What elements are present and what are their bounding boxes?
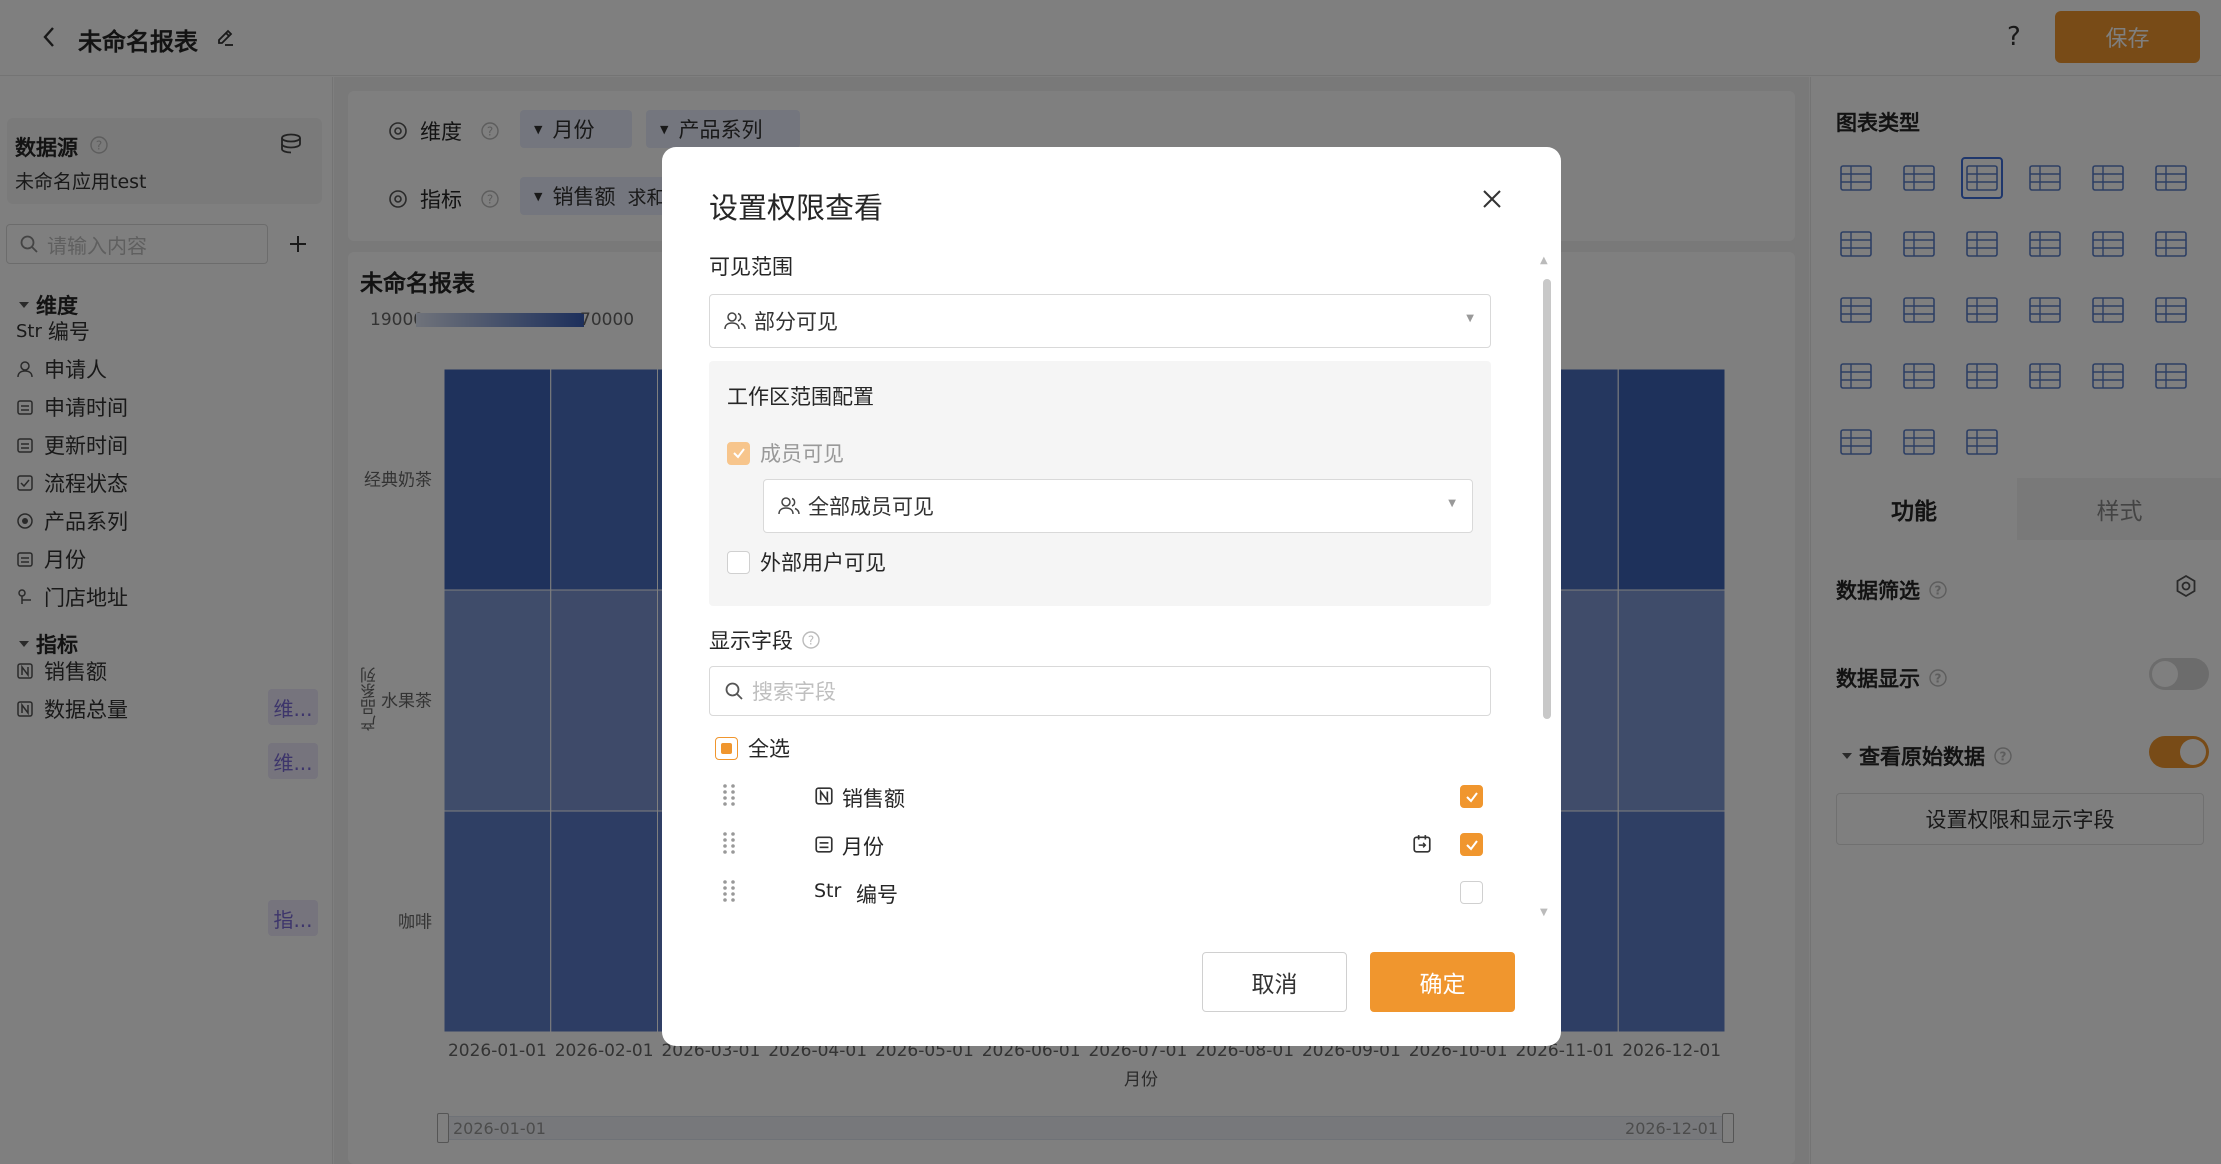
field-search-input[interactable]: 搜索字段 [709,666,1491,716]
drag-handle-icon[interactable] [722,783,736,807]
external-visible-label: 外部用户可见 [760,551,886,575]
scroll-down-icon[interactable]: ▼ [1540,907,1550,919]
scope-value: 部分可见 [754,310,838,334]
drag-handle-icon[interactable] [722,831,736,855]
modal-scrollbar[interactable] [1543,279,1551,719]
drag-handle-icon[interactable] [722,879,736,903]
string-icon: Str [814,880,842,902]
display-fields-row: 显示字段 ? [709,625,821,655]
search-icon [725,682,743,700]
search-placeholder: 搜索字段 [752,680,836,704]
field-label: 月份 [842,835,884,859]
field-label: 销售额 [842,787,905,811]
field-row-sales: 销售额 [722,775,1483,815]
member-visible-label: 成员可见 [760,442,844,466]
visible-scope-label: 可见范围 [709,255,793,279]
member-scope-select[interactable]: 全部成员可见 ▼ [763,479,1473,533]
users-icon [724,312,746,330]
field-checkbox[interactable] [1460,833,1483,856]
date-format-icon[interactable] [1412,834,1432,854]
svg-text:?: ? [808,634,814,648]
field-row-month: 月份 [722,823,1483,863]
dropdown-caret-icon: ▼ [1448,498,1456,509]
close-icon[interactable] [1480,187,1504,216]
dropdown-caret-icon: ▼ [1466,313,1474,324]
field-checkbox[interactable] [1460,881,1483,904]
field-row-id: Str 编号 [722,871,1483,911]
display-fields-label: 显示字段 [709,629,793,653]
permission-modal: 设置权限查看 可见范围 部分可见 ▼ 工作区范围配置 成员可见 全部成员可见 ▼… [662,147,1561,1046]
member-visible-checkbox[interactable]: 成员可见 [727,438,844,468]
select-all-label: 全选 [748,737,790,761]
question-icon: ? [802,631,820,649]
field-label: 编号 [856,883,898,907]
workspace-scope-panel: 工作区范围配置 成员可见 全部成员可见 ▼ 外部用户可见 [709,361,1491,606]
visible-scope-select[interactable]: 部分可见 ▼ [709,294,1491,348]
users-icon [778,497,800,515]
select-all-checkbox[interactable]: 全选 [715,733,790,763]
modal-title: 设置权限查看 [709,191,884,225]
cancel-button[interactable]: 取消 [1202,952,1347,1012]
workspace-title: 工作区范围配置 [727,385,874,409]
external-visible-checkbox[interactable]: 外部用户可见 [727,547,886,577]
confirm-button[interactable]: 确定 [1370,952,1515,1012]
number-icon [815,787,833,805]
member-scope-value: 全部成员可见 [808,495,934,519]
field-checkbox[interactable] [1460,785,1483,808]
scroll-up-icon[interactable]: ▲ [1540,255,1550,267]
calendar-icon [815,836,833,853]
